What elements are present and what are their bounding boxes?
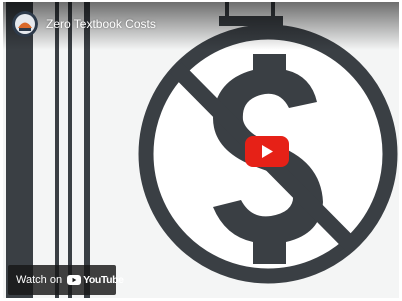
channel-logo-icon (12, 11, 38, 37)
watch-on-label: Watch on (16, 274, 63, 286)
video-title[interactable]: Zero Textbook Costs (46, 16, 156, 32)
youtube-logo-icon (67, 275, 82, 285)
play-icon (245, 136, 289, 167)
watch-on-youtube-button[interactable]: Watch on YouTube (8, 265, 124, 295)
channel-avatar[interactable] (12, 11, 38, 37)
youtube-wordmark: YouTube (83, 274, 124, 286)
video-embed[interactable]: Zero Textbook Costs Watch on YouTube (3, 2, 399, 298)
youtube-logo: YouTube (67, 274, 124, 286)
play-button[interactable] (245, 136, 289, 167)
